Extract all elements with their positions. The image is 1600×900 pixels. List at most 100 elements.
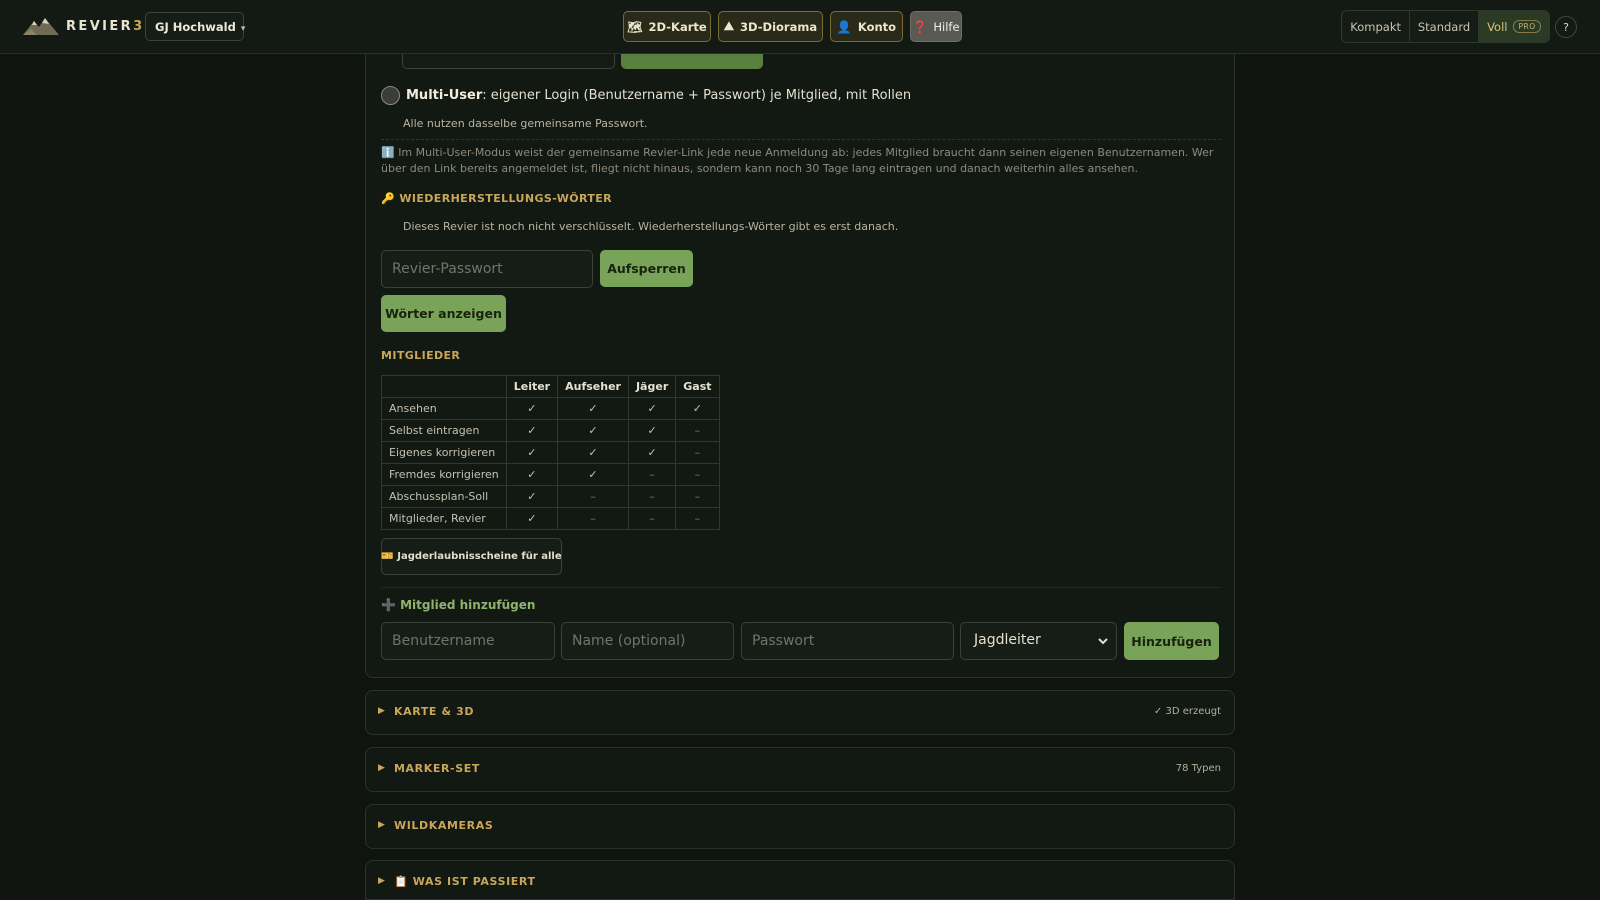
section-status: ✓ 3D erzeugt bbox=[1153, 706, 1221, 717]
expand-triangle-icon: ▶ bbox=[378, 876, 385, 886]
recovery-words-title: 🔑 WIEDERHERSTELLUNGS-WÖRTER bbox=[381, 192, 613, 205]
divider bbox=[381, 587, 1221, 588]
brand-main: REVIER bbox=[66, 19, 134, 34]
section-map-3d[interactable]: ▶ KARTE & 3D ✓ 3D erzeugt bbox=[365, 690, 1235, 735]
permission-cell: – bbox=[675, 485, 720, 508]
expand-triangle-icon: ▶ bbox=[378, 763, 385, 773]
role-select-value: Jagdleiter bbox=[974, 632, 1041, 648]
chevron-down-icon bbox=[1098, 638, 1108, 645]
add-member-button[interactable]: Hinzufügen bbox=[1124, 622, 1219, 660]
section-wildlife-cameras[interactable]: ▶ WILDKAMERAS bbox=[365, 804, 1235, 849]
density-compact-option[interactable]: Kompakt bbox=[1342, 11, 1411, 42]
permission-cell: – bbox=[675, 441, 720, 464]
role-select[interactable]: Jagdleiter bbox=[960, 622, 1117, 660]
permission-label: Selbst eintragen bbox=[381, 419, 507, 442]
permission-label: Eigenes korrigieren bbox=[381, 441, 507, 464]
add-member-title: ➕ Mitglied hinzufügen bbox=[381, 598, 536, 612]
permission-cell: ✓ bbox=[505, 463, 559, 486]
permission-cell: ✓ bbox=[505, 485, 559, 508]
nav-3d-diorama-label: 3D-Diorama bbox=[739, 19, 818, 34]
permission-cell: – bbox=[675, 463, 720, 486]
section-status: 78 Typen bbox=[1175, 763, 1221, 774]
permission-cell: ✓ bbox=[505, 441, 559, 464]
permission-cell: ✓ bbox=[557, 419, 629, 442]
permission-cell: – bbox=[557, 507, 629, 530]
density-full-option[interactable]: Voll PRO bbox=[1478, 11, 1549, 42]
divider bbox=[381, 139, 1221, 140]
permission-label: Mitglieder, Revier bbox=[381, 507, 507, 530]
table-header-row: Leiter Aufseher Jäger Gast bbox=[381, 375, 720, 398]
map-icon: 🗺 bbox=[627, 19, 643, 34]
column-header: Aufseher bbox=[557, 375, 629, 398]
section-title: KARTE & 3D bbox=[394, 705, 475, 718]
multi-user-bold: Multi-User bbox=[406, 88, 483, 103]
section-title: 📋 WAS IST PASSIERT bbox=[394, 875, 536, 888]
permissions-table: Leiter Aufseher Jäger Gast Ansehen ✓ ✓ ✓… bbox=[381, 375, 720, 530]
density-switcher: Kompakt Standard Voll PRO bbox=[1341, 10, 1550, 43]
chevron-down-icon: ▾ bbox=[240, 24, 246, 34]
density-full-label: Voll bbox=[1487, 19, 1508, 34]
recovery-words-note: Dieses Revier ist noch nicht verschlüsse… bbox=[403, 220, 899, 233]
permission-cell: – bbox=[627, 485, 677, 508]
table-row: Selbst eintragen ✓ ✓ ✓ – bbox=[381, 419, 720, 442]
section-title: MARKER-SET bbox=[394, 762, 480, 775]
table-row: Fremdes korrigieren ✓ ✓ – – bbox=[381, 463, 720, 486]
username-input[interactable] bbox=[381, 622, 555, 660]
user-icon: 👤 bbox=[836, 19, 852, 34]
density-standard-option[interactable]: Standard bbox=[1410, 11, 1479, 42]
multi-user-label[interactable]: Multi-User: eigener Login (Benutzername … bbox=[406, 88, 911, 103]
mountain-logo-icon[interactable] bbox=[23, 16, 59, 36]
permission-cell: – bbox=[557, 485, 629, 508]
nav-account-button[interactable]: 👤 Konto bbox=[830, 11, 903, 42]
permission-cell: – bbox=[675, 419, 720, 442]
nav-2d-map-button[interactable]: 🗺 2D-Karte bbox=[623, 11, 711, 42]
revier-password-input[interactable] bbox=[381, 250, 593, 288]
multi-user-info: ℹ️ Im Multi-User-Modus weist der gemeins… bbox=[381, 146, 1214, 175]
top-bar: REVIER3D GJ Hochwald ▾ 🗺 2D-Karte ⛰ 3D-Di… bbox=[0, 0, 1600, 54]
table-row: Mitglieder, Revier ✓ – – – bbox=[381, 507, 720, 530]
table-row: Eigenes korrigieren ✓ ✓ ✓ – bbox=[381, 441, 720, 464]
question-icon: ❓ bbox=[912, 19, 928, 34]
nav-3d-diorama-button[interactable]: ⛰ 3D-Diorama bbox=[718, 11, 823, 42]
permission-cell: ✓ bbox=[505, 397, 559, 420]
permission-cell: ✓ bbox=[557, 463, 629, 486]
revier-name: GJ Hochwald bbox=[155, 20, 236, 34]
section-activity-log[interactable]: ▶ 📋 WAS IST PASSIERT bbox=[365, 860, 1235, 900]
nav-help-button[interactable]: ❓ Hilfe bbox=[910, 11, 962, 42]
display-name-input[interactable] bbox=[561, 622, 734, 660]
section-title: WILDKAMERAS bbox=[394, 819, 494, 832]
brand-name[interactable]: REVIER3D bbox=[66, 19, 158, 34]
permission-cell: ✓ bbox=[557, 397, 629, 420]
column-header: Gast bbox=[675, 375, 720, 398]
table-row: Abschussplan-Soll ✓ – – – bbox=[381, 485, 720, 508]
column-header: Leiter bbox=[505, 375, 559, 398]
show-words-button[interactable]: Wörter anzeigen bbox=[381, 295, 506, 332]
table-row: Ansehen ✓ ✓ ✓ ✓ bbox=[381, 397, 720, 420]
permission-label: Abschussplan-Soll bbox=[381, 485, 507, 508]
permission-cell: ✓ bbox=[505, 507, 559, 530]
permission-cell: – bbox=[675, 507, 720, 530]
permission-cell: ✓ bbox=[505, 419, 559, 442]
column-header: Jäger bbox=[627, 375, 677, 398]
shared-password-hint: Alle nutzen dasselbe gemeinsame Passwort… bbox=[403, 117, 648, 130]
permission-cell: ✓ bbox=[557, 441, 629, 464]
unlock-button[interactable]: Aufsperren bbox=[600, 250, 693, 287]
hunting-licence-button[interactable]: 🎫 Jagderlaubnisscheine für alle bbox=[381, 538, 562, 575]
member-password-input[interactable] bbox=[741, 622, 954, 660]
members-title: MITGLIEDER bbox=[381, 349, 461, 362]
permission-label: Ansehen bbox=[381, 397, 507, 420]
table-corner-cell bbox=[381, 375, 507, 398]
help-question-button[interactable]: ? bbox=[1555, 16, 1577, 38]
permission-label: Fremdes korrigieren bbox=[381, 463, 507, 486]
section-marker-set[interactable]: ▶ MARKER-SET 78 Typen bbox=[365, 747, 1235, 792]
nav-help-label: Hilfe bbox=[933, 19, 960, 34]
nav-2d-map-label: 2D-Karte bbox=[648, 19, 707, 34]
pro-badge: PRO bbox=[1513, 20, 1541, 33]
expand-triangle-icon: ▶ bbox=[378, 820, 385, 830]
permission-cell: ✓ bbox=[627, 397, 677, 420]
multi-user-radio[interactable] bbox=[381, 86, 400, 105]
mountain-icon: ⛰ bbox=[723, 19, 734, 33]
permission-cell: ✓ bbox=[627, 419, 677, 442]
revier-selector[interactable]: GJ Hochwald ▾ bbox=[145, 12, 246, 41]
permission-cell: ✓ bbox=[675, 397, 720, 420]
